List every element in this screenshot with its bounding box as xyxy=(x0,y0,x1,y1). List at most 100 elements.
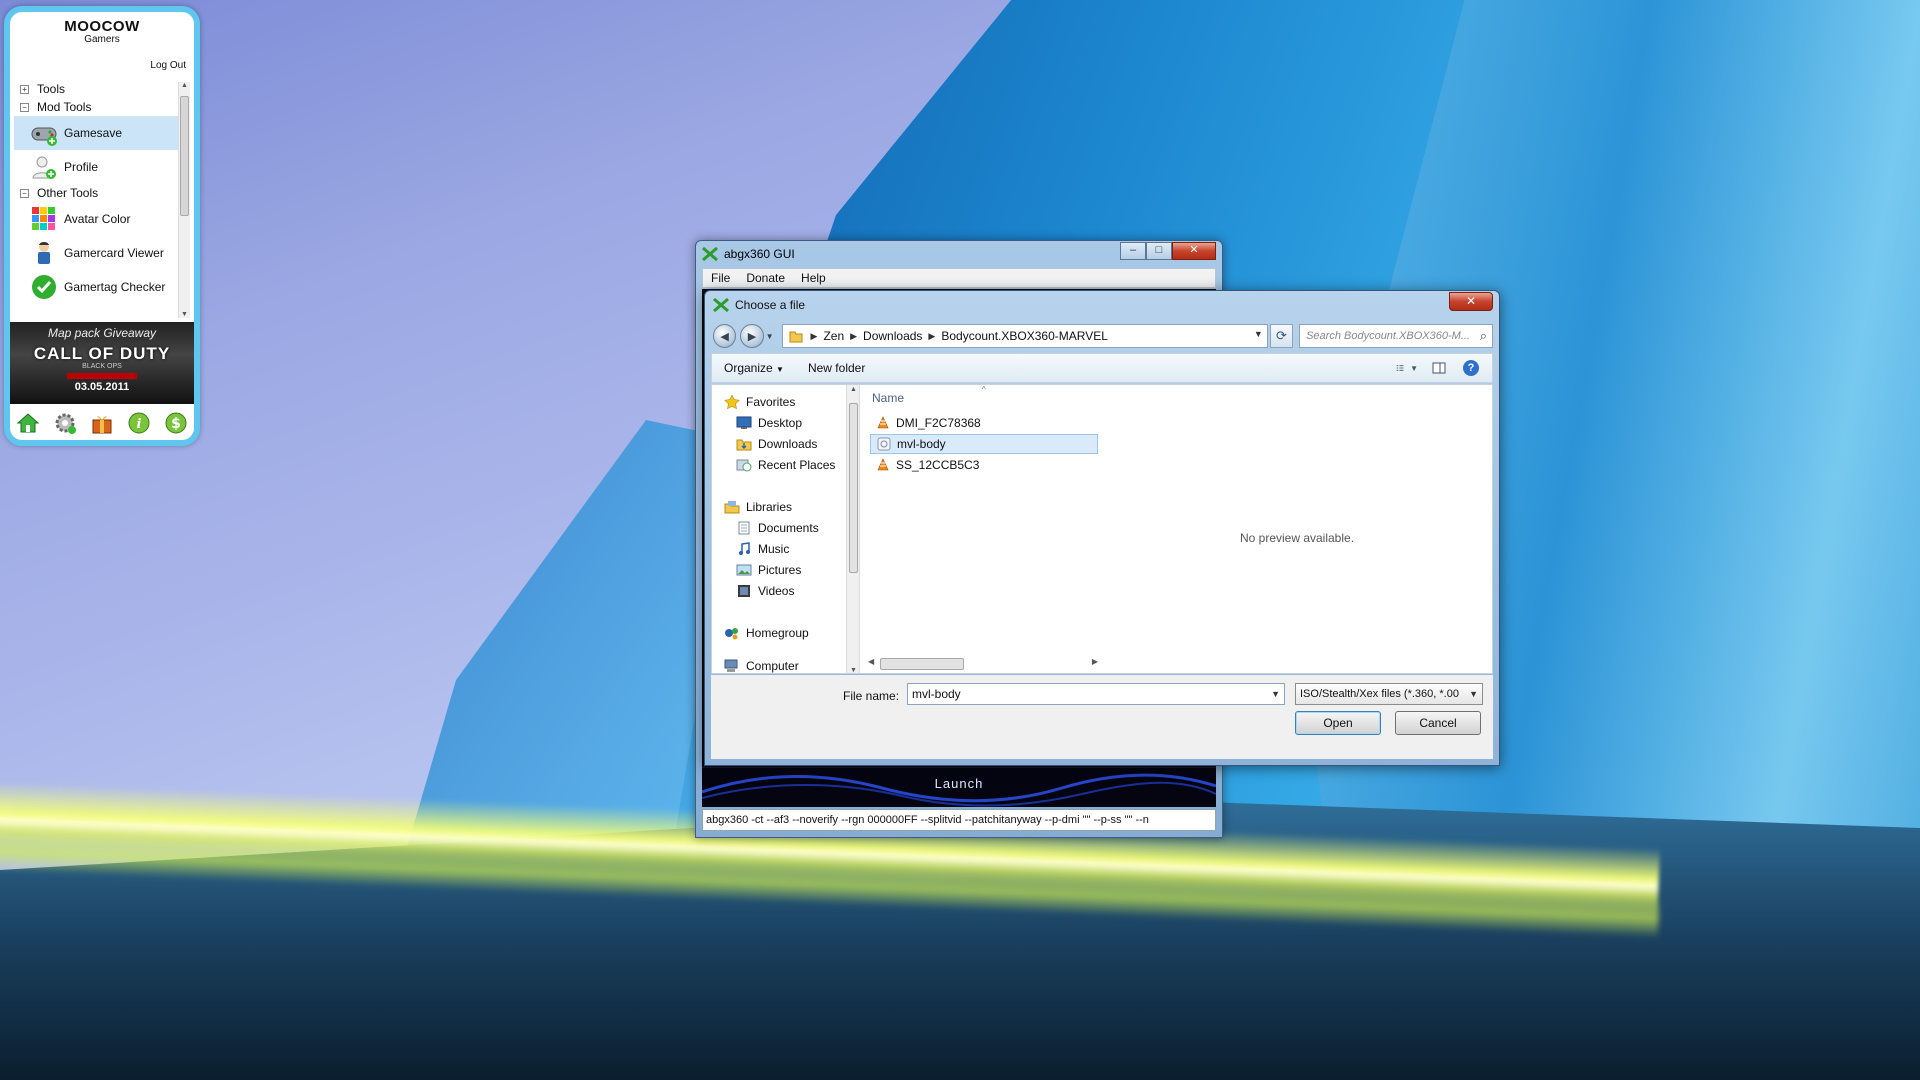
close-button[interactable]: ✕ xyxy=(1172,242,1216,260)
tree-item-gamesave[interactable]: Gamesave xyxy=(14,116,178,150)
breadcrumb-separator-icon[interactable]: ▶ xyxy=(928,331,935,342)
file-row-selected[interactable]: mvl-body xyxy=(870,434,1098,454)
launch-label: Launch xyxy=(934,776,984,791)
tree-item-label: Profile xyxy=(64,160,99,174)
nav-libraries[interactable]: Libraries xyxy=(724,498,792,516)
nav-recent-places[interactable]: Recent Places xyxy=(736,456,835,474)
scroll-up-icon[interactable]: ▲ xyxy=(850,386,857,393)
menu-file[interactable]: File xyxy=(703,271,738,285)
breadcrumb-separator-icon[interactable]: ▶ xyxy=(850,331,857,342)
menu-help[interactable]: Help xyxy=(793,271,834,285)
tree-item-gamercard-viewer[interactable]: Gamercard Viewer xyxy=(14,236,178,270)
scroll-left-icon[interactable]: ◀ xyxy=(868,657,874,666)
navigation-scrollbar[interactable]: ▲ ▼ xyxy=(846,385,860,673)
settings-button[interactable] xyxy=(52,410,78,436)
file-type-select[interactable]: ISO/Stealth/Xex files (*.360, *.00 ▼ xyxy=(1295,683,1483,705)
promo-banner[interactable]: Map pack Giveaway CALL OF DUTY BLACK OPS… xyxy=(10,322,194,404)
dollar-icon: $ xyxy=(165,412,187,434)
search-input[interactable]: Search Bodycount.XBOX360-M... ⌕ xyxy=(1299,324,1493,348)
breadcrumb-downloads[interactable]: Downloads xyxy=(863,329,922,343)
column-header-name[interactable]: Name xyxy=(872,391,904,405)
forward-arrow-icon: ▶ xyxy=(747,330,757,343)
cancel-button[interactable]: Cancel xyxy=(1395,711,1481,735)
scroll-thumb[interactable] xyxy=(180,96,189,216)
nav-favorites[interactable]: Favorites xyxy=(724,393,795,411)
home-button[interactable] xyxy=(15,410,41,436)
collapser-icon[interactable]: − xyxy=(20,102,29,112)
nav-label: Documents xyxy=(758,521,819,535)
preview-message: No preview available. xyxy=(1239,531,1355,545)
address-bar[interactable]: ▶ Zen ▶ Downloads ▶ Bodycount.XBOX360-MA… xyxy=(781,324,1268,348)
organize-button[interactable]: Organize ▼ xyxy=(712,361,796,375)
refresh-button[interactable]: ⟳ xyxy=(1269,324,1294,348)
nav-label: Homegroup xyxy=(746,626,809,640)
file-row[interactable]: DMI_F2C78368 xyxy=(870,413,1098,433)
nav-homegroup[interactable]: Homegroup xyxy=(724,624,809,642)
gift-button[interactable] xyxy=(89,410,115,436)
command-line-field[interactable]: abgx360 -ct --af3 --noverify --rgn 00000… xyxy=(702,809,1216,831)
tree-item-gamertag-checker[interactable]: Gamertag Checker xyxy=(14,270,178,304)
back-button[interactable]: ◀ xyxy=(713,324,737,348)
breadcrumb-zen[interactable]: Zen xyxy=(823,329,844,343)
nav-desktop[interactable]: Desktop xyxy=(736,414,802,432)
file-row[interactable]: SS_12CCB5C3 xyxy=(870,455,1098,475)
breadcrumb-separator-icon[interactable]: ▶ xyxy=(811,331,818,342)
dialog-titlebar[interactable]: Choose a file xyxy=(705,291,1499,319)
scroll-up-icon[interactable]: ▲ xyxy=(181,82,188,89)
nav-downloads[interactable]: Downloads xyxy=(736,435,817,453)
nav-music[interactable]: Music xyxy=(736,540,789,558)
preview-pane-button[interactable] xyxy=(1428,359,1450,377)
dialog-footer: File name: mvl-body ▼ ISO/Stealth/Xex fi… xyxy=(711,675,1493,759)
open-button[interactable]: Open xyxy=(1295,711,1381,735)
banner-stripe xyxy=(67,373,137,379)
launch-button[interactable]: Launch xyxy=(702,767,1216,807)
scroll-thumb[interactable] xyxy=(880,658,964,670)
tree-item-label: Gamesave xyxy=(64,126,123,140)
info-icon: i xyxy=(128,412,150,434)
abgx-menubar: File Donate Help xyxy=(702,268,1216,288)
chevron-down-icon[interactable]: ▼ xyxy=(1271,684,1280,704)
gadget-scrollbar[interactable]: ▲ ▼ xyxy=(178,82,190,318)
nav-pictures[interactable]: Pictures xyxy=(736,561,801,579)
scroll-right-icon[interactable]: ▶ xyxy=(1092,657,1098,666)
forward-button[interactable]: ▶ xyxy=(740,324,764,348)
donate-button[interactable]: $ xyxy=(163,410,189,436)
documents-icon xyxy=(738,521,750,535)
back-arrow-icon: ◀ xyxy=(720,330,729,343)
tree-group-tools[interactable]: + Tools xyxy=(14,80,178,98)
menu-donate[interactable]: Donate xyxy=(738,271,793,285)
choose-file-dialog: Choose a file ✕ ◀ ▶ ▼ ▶ Zen ▶ Downloads … xyxy=(704,290,1500,766)
recent-pages-icon[interactable]: ▼ xyxy=(766,332,774,341)
view-options-button[interactable]: ▼ xyxy=(1396,359,1418,377)
search-icon[interactable]: ⌕ xyxy=(1480,328,1487,344)
banner-game-title: CALL OF DUTY xyxy=(33,344,171,363)
home-icon xyxy=(17,413,40,433)
nav-documents[interactable]: Documents xyxy=(736,519,819,537)
file-list-hscrollbar[interactable]: ◀ ▶ xyxy=(868,657,1098,671)
address-dropdown-icon[interactable]: ▼ xyxy=(1254,329,1263,339)
info-button[interactable]: i xyxy=(126,410,152,436)
minimize-button[interactable]: – xyxy=(1120,242,1146,260)
expander-icon[interactable]: + xyxy=(20,84,29,94)
file-name-input[interactable]: mvl-body ▼ xyxy=(907,683,1285,705)
tree-item-avatar-color[interactable]: Avatar Color xyxy=(14,202,178,236)
maximize-button[interactable]: □ xyxy=(1146,242,1172,260)
logout-link[interactable]: Log Out xyxy=(150,60,186,71)
scroll-down-icon[interactable]: ▼ xyxy=(850,667,857,673)
nav-videos[interactable]: Videos xyxy=(736,582,794,600)
nav-computer[interactable]: Computer xyxy=(724,657,799,673)
check-icon xyxy=(32,275,56,299)
tree-group-other-tools[interactable]: − Other Tools xyxy=(14,184,178,202)
preview-pane-icon xyxy=(1432,362,1446,374)
help-button[interactable]: ? xyxy=(1460,359,1482,377)
tree-group-mod-tools[interactable]: − Mod Tools xyxy=(14,98,178,116)
tree-item-profile[interactable]: Profile xyxy=(14,150,178,184)
dialog-close-button[interactable]: ✕ xyxy=(1449,292,1493,311)
collapser-icon[interactable]: − xyxy=(20,188,29,198)
scroll-thumb[interactable] xyxy=(849,403,858,573)
file-name-value: mvl-body xyxy=(912,687,961,701)
computer-icon xyxy=(724,659,738,672)
breadcrumb-bodycount[interactable]: Bodycount.XBOX360-MARVEL xyxy=(941,329,1108,343)
scroll-down-icon[interactable]: ▼ xyxy=(181,311,188,318)
new-folder-button[interactable]: New folder xyxy=(796,361,877,375)
